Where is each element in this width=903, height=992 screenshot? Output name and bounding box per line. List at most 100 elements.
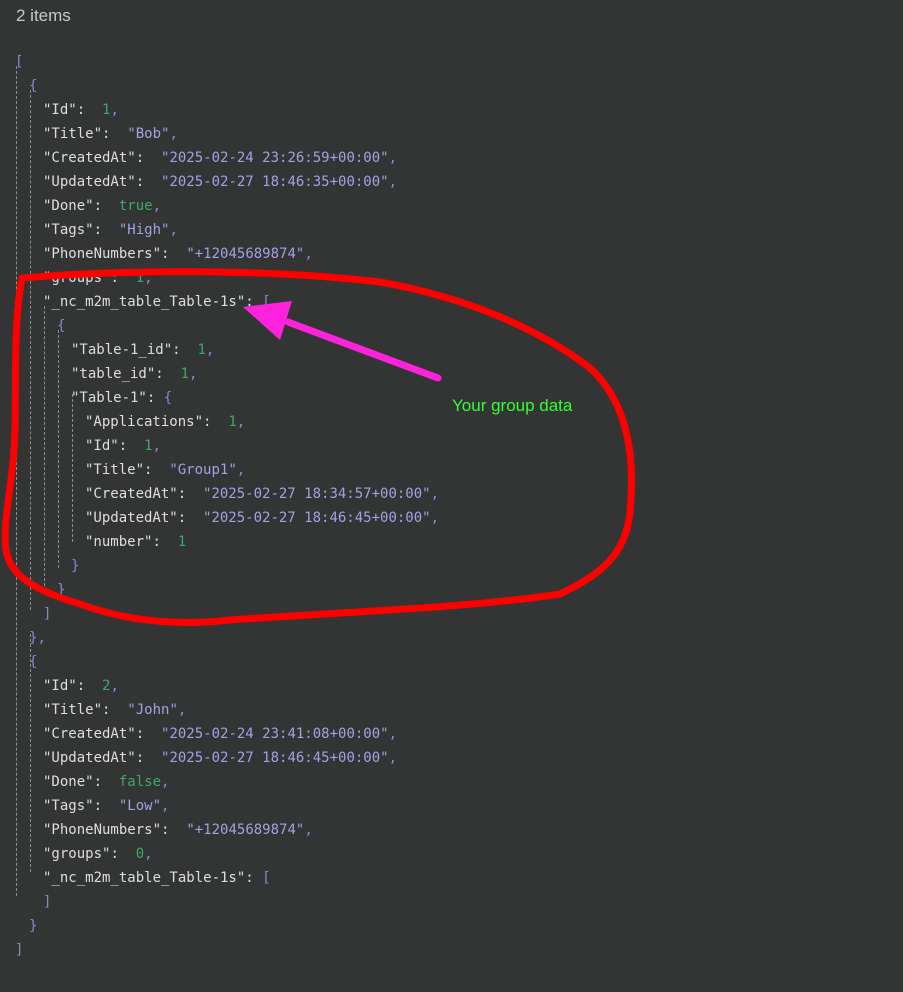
json-token-key: "Title" (85, 462, 145, 478)
json-token-num: 1 (177, 534, 187, 550)
json-token-key: : (110, 846, 136, 862)
json-token-key: "CreatedAt" (85, 486, 178, 502)
json-line: "Applications": 1, (85, 410, 245, 434)
json-token-key: "Done" (43, 198, 94, 214)
json-token-key: "Title" (43, 126, 103, 142)
json-token-punc: [ (262, 294, 271, 310)
json-token-key: "groups" (43, 270, 111, 286)
json-token-str: "+12045689874" (186, 822, 305, 838)
json-token-punc: , (388, 750, 398, 766)
json-line: "number": 1 (85, 530, 186, 554)
json-token-key: "Done" (43, 774, 94, 790)
json-token-key: : (177, 510, 204, 526)
json-token-key: : (93, 222, 119, 238)
json-token-num: 1 (135, 270, 145, 286)
json-token-punc: , (161, 798, 170, 814)
json-line: "Id": 1, (85, 434, 161, 458)
json-token-key: "UpdatedAt" (43, 750, 136, 766)
json-token-key: "_nc_m2m_table_Table-1s" (43, 870, 246, 886)
json-token-punc: , (388, 150, 398, 166)
json-token-key: : (135, 750, 162, 766)
json-token-key: "Table-1" (71, 390, 147, 406)
json-token-key: : (172, 342, 198, 358)
json-token-str: "2025-02-24 23:41:08+00:00" (161, 726, 389, 742)
json-token-punc: ] (15, 942, 24, 958)
json-token-key: "Tags" (43, 222, 94, 238)
json-token-punc: , (236, 462, 246, 478)
json-token-punc: , (236, 414, 246, 430)
json-line: "Done": true, (43, 194, 161, 218)
json-line: "_nc_m2m_table_Table-1s": [ (43, 290, 271, 314)
json-line: "groups": 0, (43, 842, 153, 866)
json-token-key: "UpdatedAt" (43, 174, 136, 190)
json-token-key: : (146, 390, 164, 406)
json-token-key: : (135, 174, 162, 190)
indent-guide (30, 90, 31, 610)
json-token-punc: , (169, 126, 178, 142)
items-count: 2 items (16, 6, 71, 25)
json-token-punc: , (37, 630, 46, 646)
json-token-key: : (161, 822, 187, 838)
json-line: "UpdatedAt": "2025-02-27 18:46:35+00:00"… (43, 170, 397, 194)
json-token-key: : (93, 774, 119, 790)
json-line: }, (29, 626, 46, 650)
json-token-punc: } (29, 918, 38, 934)
json-token-key: : (102, 702, 128, 718)
json-line: "Tags": "Low", (43, 794, 169, 818)
json-token-key: : (118, 438, 145, 454)
json-token-punc: [ (262, 870, 271, 886)
json-token-key: : (102, 126, 128, 142)
json-token-key: : (161, 246, 187, 262)
json-line: "groups": 1, (43, 266, 153, 290)
json-token-punc: ] (43, 606, 52, 622)
json-token-key: "Tags" (43, 798, 94, 814)
json-token-key: "CreatedAt" (43, 726, 136, 742)
json-token-key: : (135, 150, 162, 166)
json-token-str: "2025-02-27 18:46:35+00:00" (161, 174, 389, 190)
json-token-num: 1 (228, 414, 237, 430)
json-token-str: "2025-02-24 23:26:59+00:00" (161, 150, 389, 166)
indent-guide (16, 66, 17, 896)
json-line: "CreatedAt": "2025-02-24 23:41:08+00:00"… (43, 722, 397, 746)
json-line: "Id": 1, (43, 98, 119, 122)
json-line: "Tags": "High", (43, 218, 178, 242)
json-line: "Table-1_id": 1, (71, 338, 214, 362)
json-token-punc: , (110, 102, 119, 118)
json-token-punc: , (205, 342, 215, 358)
json-token-key: "PhoneNumbers" (43, 822, 162, 838)
json-line: ] (43, 890, 51, 914)
indent-guide (44, 306, 45, 586)
json-token-str: "John" (127, 702, 178, 718)
json-token-str: "Low" (118, 798, 162, 814)
indent-guide (72, 394, 73, 542)
json-line: "PhoneNumbers": "+12045689874", (43, 242, 313, 266)
json-line: "Id": 2, (43, 674, 119, 698)
json-token-punc: , (430, 510, 440, 526)
json-token-key: : (152, 534, 178, 550)
json-token-key: : (135, 726, 162, 742)
json-line: "Table-1": { (71, 386, 172, 410)
json-token-num: 1 (197, 342, 206, 358)
json-line: "CreatedAt": "2025-02-27 18:34:57+00:00"… (85, 482, 439, 506)
json-token-punc: , (304, 822, 313, 838)
json-token-key: : (76, 678, 103, 694)
json-line: "table_id": 1, (71, 362, 197, 386)
json-line: ] (43, 602, 51, 626)
json-token-str: "2025-02-27 18:46:45+00:00" (161, 750, 389, 766)
json-token-punc: , (169, 222, 178, 238)
json-token-punc: , (152, 438, 161, 454)
json-token-str: "+12045689874" (186, 246, 305, 262)
json-token-key: "UpdatedAt" (85, 510, 178, 526)
json-token-key: "Id" (85, 438, 119, 454)
json-token-key: "Title" (43, 702, 103, 718)
json-token-punc: , (161, 774, 170, 790)
json-token-key: : (93, 798, 119, 814)
json-token-punc: } (57, 582, 66, 598)
json-token-key: : (245, 294, 263, 310)
json-token-key: "number" (85, 534, 153, 550)
json-token-punc: , (152, 198, 162, 214)
json-token-key: "Id" (43, 102, 77, 118)
json-token-punc: , (430, 486, 440, 502)
json-token-punc: , (144, 270, 153, 286)
json-token-bool: false (118, 774, 162, 790)
